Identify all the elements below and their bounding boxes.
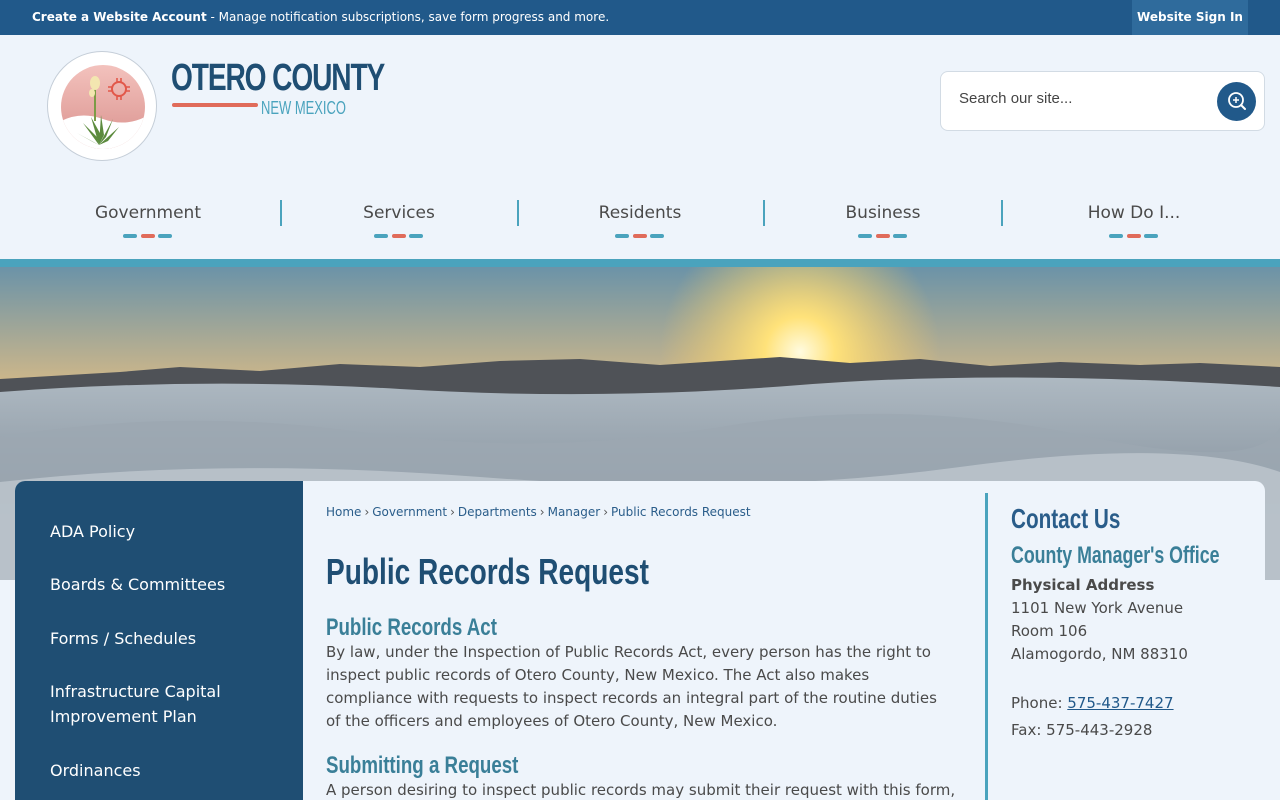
sidebar-item-ordinances[interactable]: Ordinances [50, 758, 290, 783]
breadcrumb-government[interactable]: Government [372, 505, 447, 519]
nav-dashes [1109, 234, 1159, 238]
breadcrumb-departments[interactable]: Departments [458, 505, 537, 519]
sidebar-item-forms-schedules[interactable]: Forms / Schedules [50, 626, 290, 651]
sidebar-item-ada-policy[interactable]: ADA Policy [50, 519, 290, 544]
sidebar-item-infrastructure-plan[interactable]: Infrastructure Capital Improvement Plan [50, 679, 290, 729]
sidebar-item-boards-committees[interactable]: Boards & Committees [50, 572, 290, 597]
logo-illustration [61, 65, 145, 149]
sidebar-navigation: ADA Policy Boards & Committees Forms / S… [15, 481, 303, 800]
site-header: OTERO COUNTY NEW MEXICO Government Servi… [0, 35, 1280, 267]
section-body-public-records-act: By law, under the Inspection of Public R… [326, 643, 937, 730]
phone-link[interactable]: 575-437-7427 [1067, 694, 1173, 712]
top-bar: Create a Website Account - Manage notifi… [0, 0, 1280, 35]
nav-divider [517, 200, 519, 226]
section-heading-submitting-request: Submitting a Request [326, 752, 519, 779]
address-label: Physical Address [1011, 576, 1154, 594]
header-divider [0, 259, 1280, 267]
nav-divider [1001, 200, 1003, 226]
nav-dashes [374, 234, 424, 238]
nav-label: How Do I... [1087, 203, 1181, 223]
search-input[interactable] [959, 90, 1209, 107]
page-title: Public Records Request [326, 551, 650, 592]
nav-item-residents[interactable]: Residents [550, 185, 730, 245]
contact-title: Contact Us [1011, 503, 1121, 534]
breadcrumb-separator: › [364, 505, 370, 519]
breadcrumb-current[interactable]: Public Records Request [611, 505, 751, 519]
create-account-link[interactable]: Create a Website Account [32, 10, 207, 24]
phone-label: Phone: [1011, 694, 1068, 712]
website-sign-in-button[interactable]: Website Sign In [1132, 0, 1248, 35]
breadcrumb-separator: › [603, 505, 609, 519]
contact-divider [985, 493, 988, 800]
create-account-message[interactable]: Create a Website Account - Manage notifi… [32, 10, 609, 24]
breadcrumb: Home › Government › Departments › Manager › Publ… [326, 505, 751, 519]
address-label-text: Physical Address [1011, 576, 1155, 594]
nav-divider [763, 200, 765, 226]
nav-item-how-do-i[interactable]: How Do I... [1044, 185, 1224, 245]
search-button[interactable] [1217, 82, 1256, 121]
nav-dashes [615, 234, 665, 238]
nav-dashes [123, 234, 173, 238]
county-seal-logo[interactable] [47, 51, 157, 161]
address-line-2: Room 106 [1011, 622, 1088, 640]
breadcrumb-home[interactable]: Home [326, 505, 361, 519]
address-line-1: 1101 New York Avenue [1011, 599, 1184, 617]
content-card: ADA Policy Boards & Committees Forms / S… [15, 481, 1265, 800]
nav-divider [280, 200, 282, 226]
nav-item-business[interactable]: Business [793, 185, 973, 245]
site-title[interactable]: OTERO COUNTY [171, 57, 385, 100]
nav-item-government[interactable]: Government [58, 185, 238, 245]
search-icon [1228, 92, 1246, 110]
fax-label: Fax: [1011, 721, 1047, 739]
section-body-submitting-request: A person desiring to inspect public reco… [326, 781, 956, 799]
nav-label: Government [94, 203, 202, 223]
fax-number: 575-443-2928 [1046, 721, 1153, 739]
nav-label: Services [363, 203, 435, 223]
breadcrumb-separator: › [450, 505, 455, 519]
phone-row: Phone: 575-437-7427 [1011, 694, 1174, 712]
nav-item-services[interactable]: Services [309, 185, 489, 245]
logo-underline [172, 103, 258, 107]
main-navigation: Government Services Residents Business H… [0, 185, 1280, 245]
nav-label: Business [845, 203, 921, 223]
search-box [940, 71, 1265, 131]
section-heading-public-records-act: Public Records Act [326, 614, 497, 641]
nav-label: Residents [598, 203, 682, 223]
fax-row: Fax: 575-443-2928 [1011, 721, 1152, 739]
address-line-3: Alamogordo, NM 88310 [1011, 645, 1188, 663]
site-subtitle: NEW MEXICO [261, 98, 346, 118]
breadcrumb-manager[interactable]: Manager [548, 505, 601, 519]
contact-office-name: County Manager's Office [1011, 542, 1220, 569]
create-account-description: - Manage notification subscriptions, sav… [206, 10, 610, 24]
nav-dashes [858, 234, 908, 238]
breadcrumb-separator: › [539, 505, 545, 519]
